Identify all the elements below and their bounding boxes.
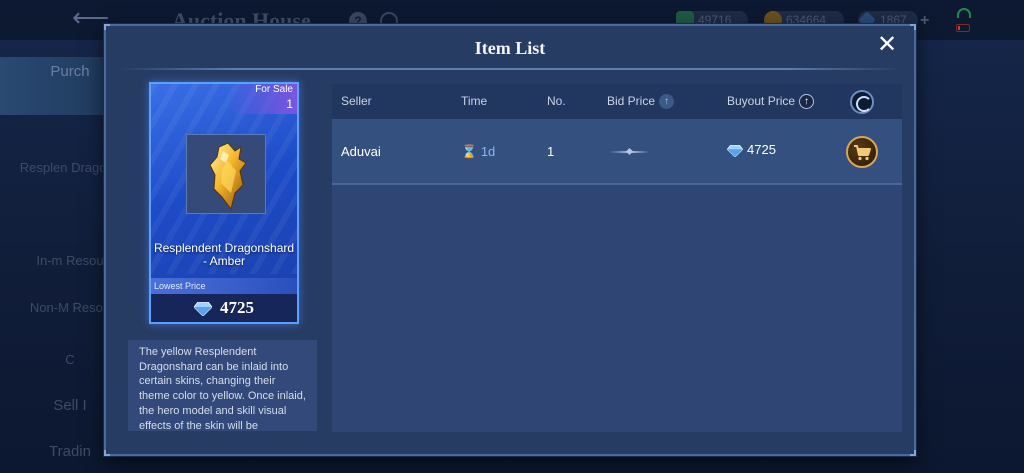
listing-table: Seller Time No. Bid Price ↑ Buyout Price ↑… bbox=[332, 84, 902, 432]
wifi-icon bbox=[957, 8, 971, 18]
seller-name: Aduvai bbox=[341, 144, 381, 159]
buyout-price: 4725 bbox=[726, 117, 776, 183]
cart-icon bbox=[854, 145, 871, 161]
diamond-icon bbox=[194, 302, 212, 317]
hourglass-icon: ⌛ bbox=[461, 144, 478, 159]
item-list-dialog: Item List ✕ For Sale 1 Resplendent Drago… bbox=[104, 24, 916, 456]
column-buyout-price[interactable]: Buyout Price ↑ bbox=[727, 84, 815, 119]
corner-ornament bbox=[910, 450, 916, 456]
buy-button[interactable] bbox=[846, 136, 878, 168]
for-sale-label: For Sale bbox=[255, 84, 293, 95]
column-bid-price[interactable]: Bid Price ↑ bbox=[607, 84, 675, 119]
close-icon[interactable]: ✕ bbox=[876, 33, 898, 57]
table-row[interactable]: Aduvai ⌛ 1d 1 4725 bbox=[332, 119, 902, 185]
column-bid-price-label: Bid Price bbox=[607, 94, 656, 108]
refresh-icon[interactable] bbox=[850, 90, 874, 114]
corner-ornament bbox=[104, 450, 110, 456]
no-bid-dash bbox=[610, 151, 650, 153]
header-divider bbox=[118, 68, 902, 70]
quantity: 1 bbox=[547, 144, 555, 159]
for-sale-count: 1 bbox=[286, 97, 293, 111]
column-no: No. bbox=[547, 94, 566, 108]
time-left-value: 1d bbox=[480, 144, 496, 159]
amber-dragonshard-icon bbox=[209, 142, 247, 211]
column-buyout-price-label: Buyout Price bbox=[727, 94, 796, 108]
buyout-price-value: 4725 bbox=[747, 142, 776, 157]
for-sale-badge: For Sale 1 bbox=[227, 84, 297, 114]
diamond-icon bbox=[726, 144, 744, 158]
item-card: For Sale 1 Resplendent Dragonshard - Amb… bbox=[149, 82, 299, 324]
table-header: Seller Time No. Bid Price ↑ Buyout Price ↑ bbox=[332, 84, 902, 119]
lowest-price-value: 4725 bbox=[220, 298, 254, 317]
sort-arrow-icon[interactable]: ↑ bbox=[799, 94, 815, 110]
lowest-price-label: Lowest Price bbox=[151, 278, 297, 294]
time-left: ⌛ 1d bbox=[461, 119, 495, 185]
column-seller: Seller bbox=[341, 94, 372, 108]
dialog-header: Item List ✕ bbox=[106, 26, 914, 70]
sort-arrow-icon[interactable]: ↑ bbox=[659, 94, 675, 110]
dialog-title: Item List bbox=[474, 38, 546, 58]
item-name: Resplendent Dragonshard - Amber bbox=[153, 241, 295, 268]
add-diamonds-button[interactable]: + bbox=[920, 12, 929, 30]
lowest-price: 4725 bbox=[151, 294, 297, 322]
item-description: The yellow Resplendent Dragonshard can b… bbox=[128, 340, 317, 431]
item-thumbnail bbox=[186, 134, 266, 214]
column-time: Time bbox=[461, 94, 488, 108]
battery-icon bbox=[956, 24, 970, 32]
